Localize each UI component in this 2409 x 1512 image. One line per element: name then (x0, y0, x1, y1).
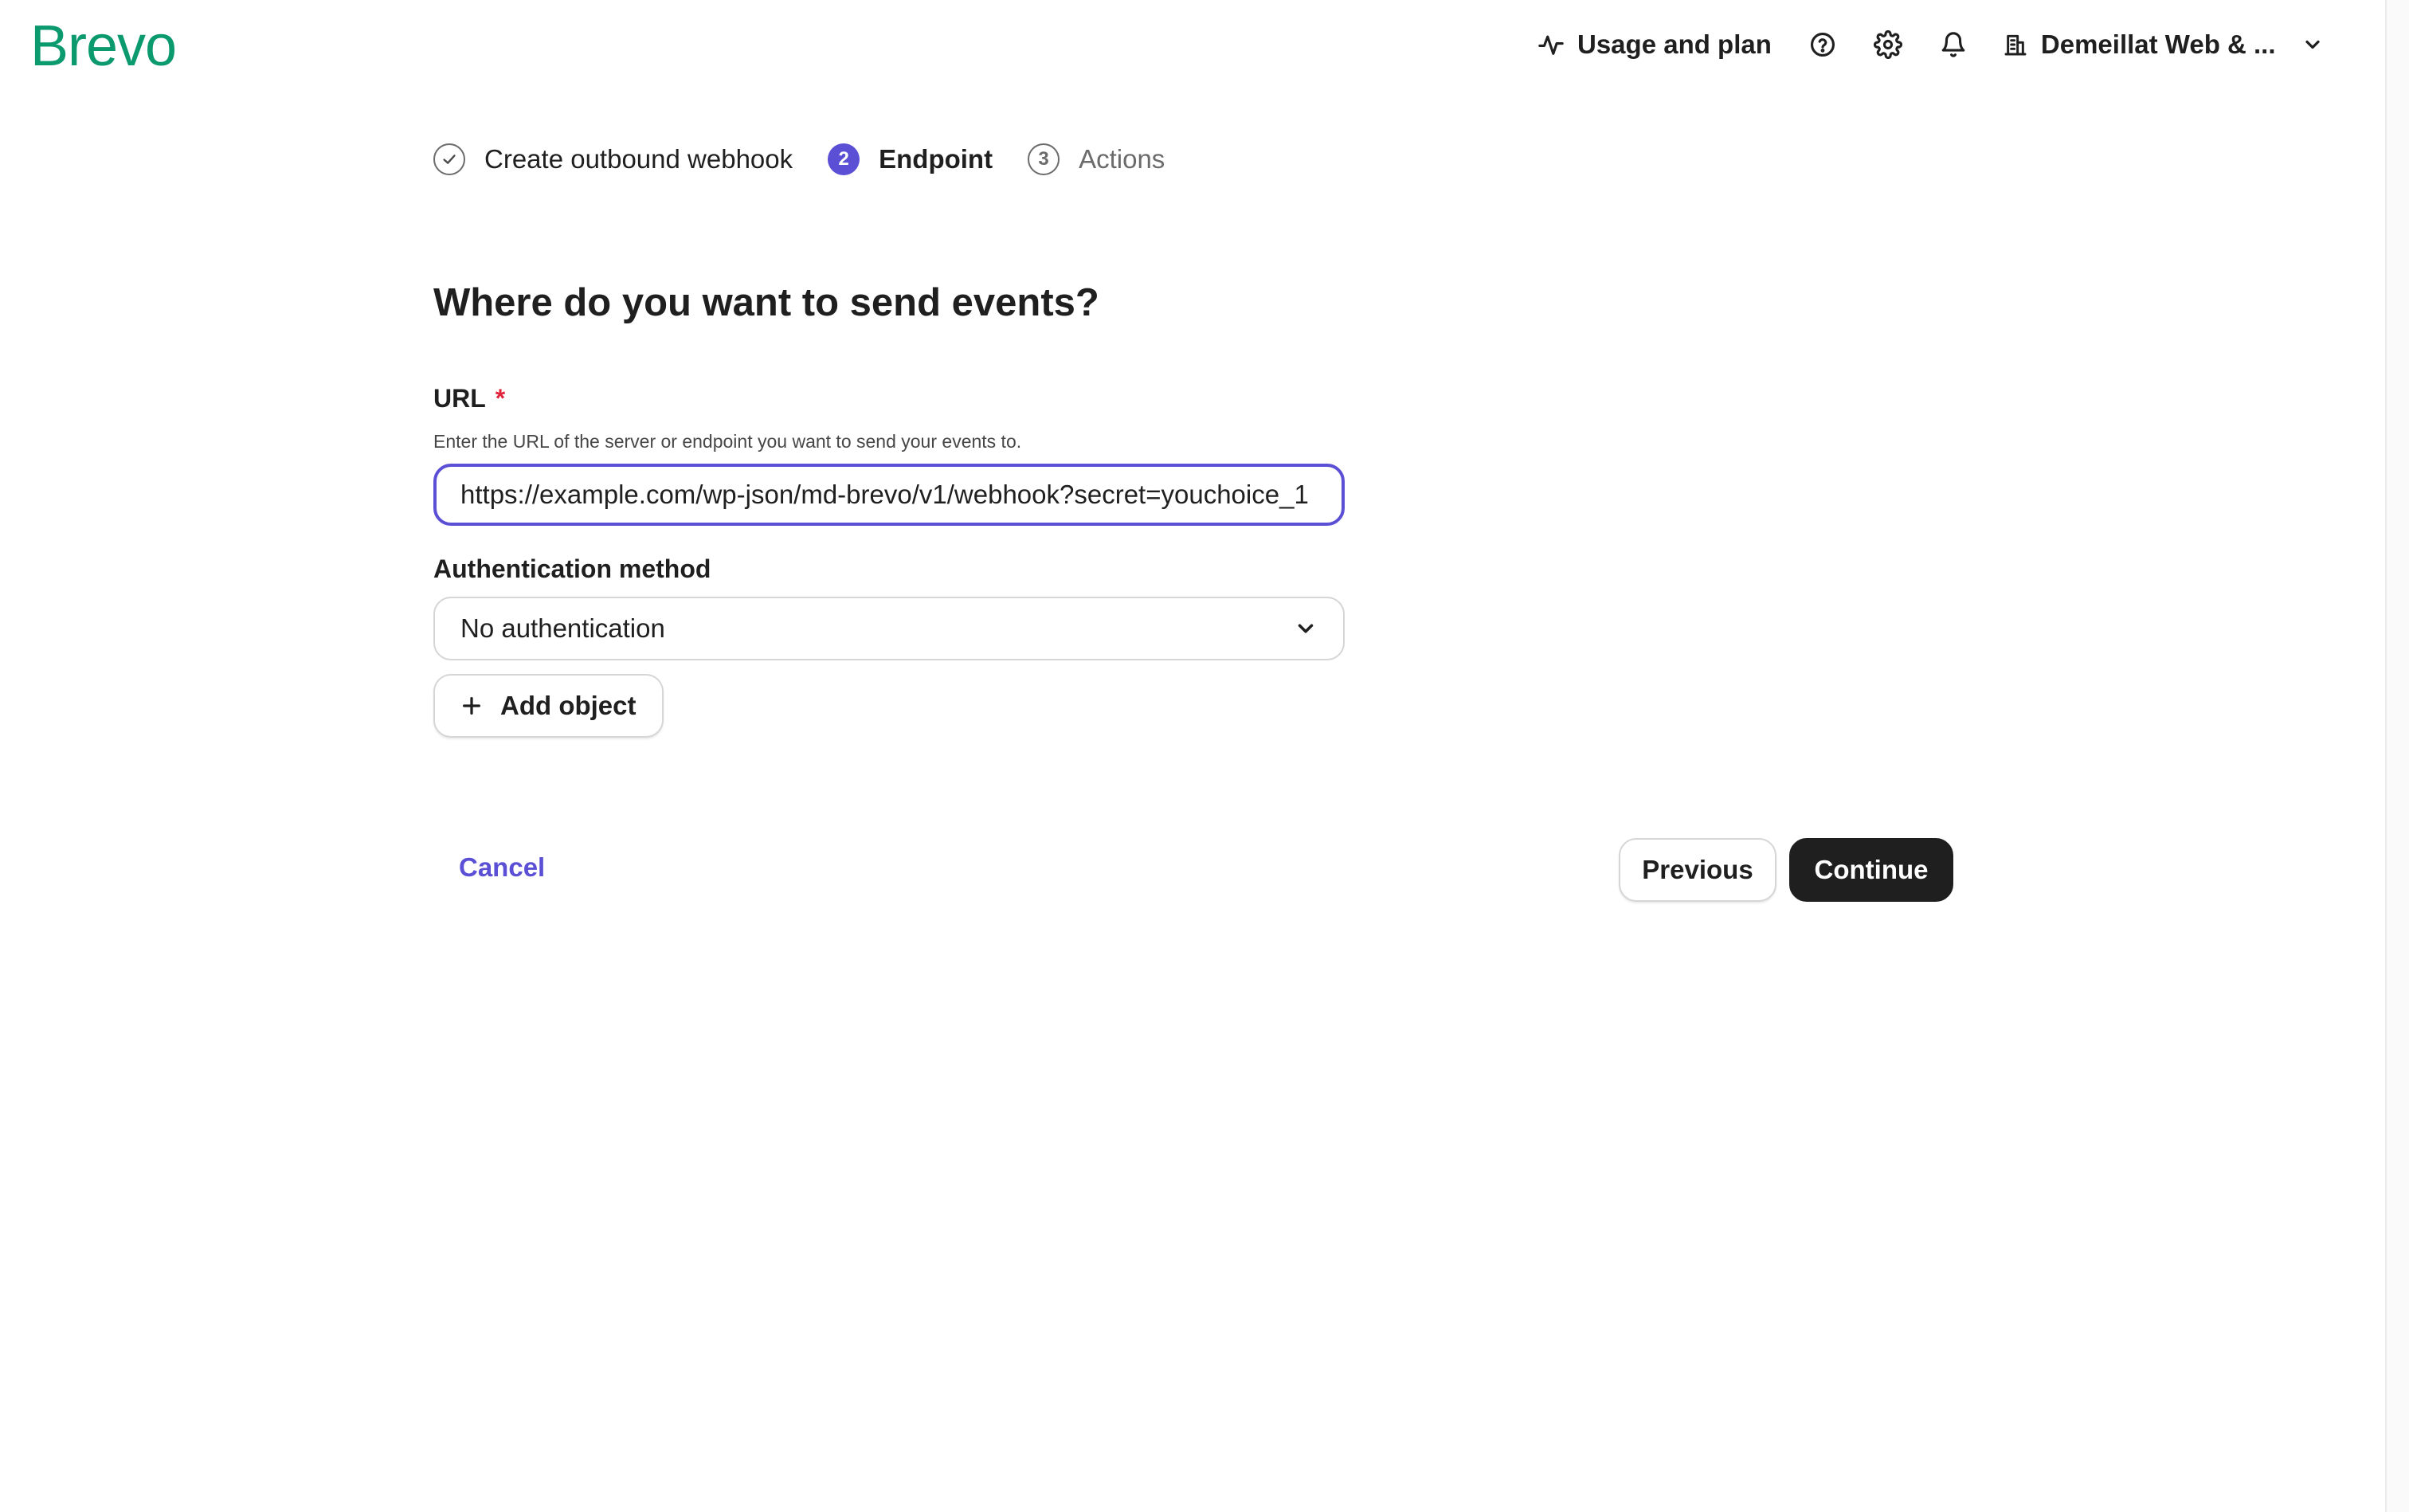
continue-button[interactable]: Continue (1789, 838, 1953, 902)
usage-and-plan-label: Usage and plan (1577, 29, 1772, 59)
help-button[interactable] (1807, 29, 1839, 61)
chevron-down-icon (2305, 40, 2320, 49)
auth-method-value: No authentication (460, 613, 665, 643)
add-object-label: Add object (500, 691, 637, 720)
url-input[interactable] (433, 464, 1345, 526)
url-helper-text: Enter the URL of the server or endpoint … (433, 431, 1022, 452)
check-circle-icon (433, 143, 465, 175)
page-title: Where do you want to send events? (433, 281, 1099, 324)
auth-method-label: Authentication method (433, 554, 711, 583)
bell-icon (1941, 32, 1965, 57)
usage-and-plan-link[interactable]: Usage and plan (1537, 29, 1772, 60)
cancel-link[interactable]: Cancel (459, 852, 545, 883)
step-number-badge: 3 (1028, 143, 1060, 175)
activity-icon (1538, 35, 1564, 55)
help-circle-icon (1810, 32, 1835, 57)
scrollbar-track[interactable] (2385, 0, 2409, 1512)
step-actions: 3 Actions (1028, 143, 1165, 175)
building-icon (2004, 34, 2027, 56)
header-actions: Usage and plan Demeillat Web & ... (1537, 16, 2324, 73)
auth-method-select[interactable]: No authentication (433, 597, 1345, 660)
brevo-logo[interactable]: Brevo (30, 13, 177, 80)
step-label: Actions (1079, 144, 1165, 174)
account-name: Demeillat Web & ... (2040, 29, 2276, 59)
add-object-button[interactable]: Add object (433, 674, 664, 738)
url-label: URL * (433, 384, 505, 413)
step-label: Create outbound webhook (484, 144, 793, 174)
chevron-down-icon (1298, 624, 1314, 633)
step-number-badge: 2 (828, 143, 860, 175)
account-switcher[interactable]: Demeillat Web & ... (2003, 29, 2324, 60)
step-create-outbound-webhook[interactable]: Create outbound webhook (433, 143, 793, 175)
previous-button[interactable]: Previous (1619, 838, 1776, 902)
settings-button[interactable] (1872, 29, 1904, 61)
gear-icon (1873, 30, 1902, 59)
plus-icon (463, 697, 480, 715)
step-endpoint: 2 Endpoint (828, 143, 993, 175)
required-asterisk: * (495, 384, 506, 413)
step-label: Endpoint (879, 144, 993, 174)
stepper: Create outbound webhook 2 Endpoint 3 Act… (433, 140, 1200, 178)
notifications-button[interactable] (1937, 29, 1969, 61)
url-label-text: URL (433, 384, 486, 413)
